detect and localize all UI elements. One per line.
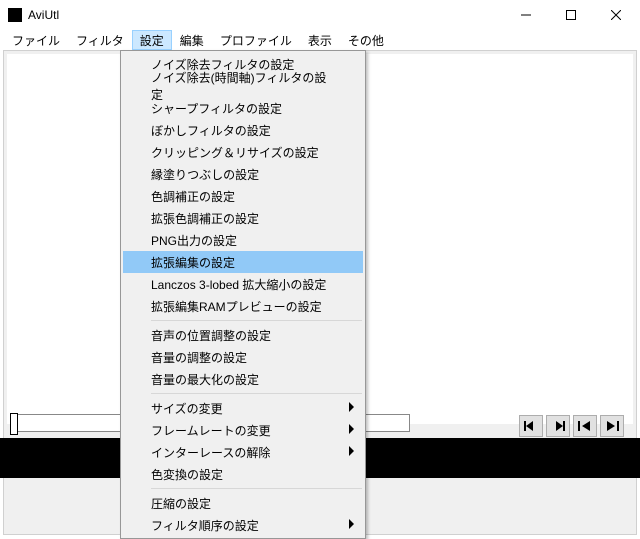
menu-item-label: 縁塗りつぶしの設定 [151, 166, 259, 183]
app-icon [8, 8, 22, 22]
timeline-handle[interactable] [10, 413, 18, 435]
menu-item-label: クリッピング＆リサイズの設定 [151, 144, 319, 161]
menu-file[interactable]: ファイル [4, 30, 68, 50]
step-back-icon [524, 420, 538, 432]
menu-item[interactable]: 圧縮の設定 [123, 492, 363, 514]
menu-item[interactable]: Lanczos 3-lobed 拡大縮小の設定 [123, 273, 363, 295]
menu-settings[interactable]: 設定 [132, 30, 172, 50]
close-button[interactable] [593, 1, 638, 29]
menu-item-label: インターレースの解除 [151, 444, 270, 461]
transport-controls [519, 415, 624, 437]
menu-item[interactable]: 拡張編集RAMプレビューの設定 [123, 295, 363, 317]
menu-item-label: 音声の位置調整の設定 [151, 327, 271, 344]
menu-item-label: 色変換の設定 [151, 466, 223, 483]
menu-item-label: フレームレートの変更 [151, 422, 271, 439]
menu-item[interactable]: ぼかしフィルタの設定 [123, 119, 363, 141]
close-icon [611, 10, 621, 20]
chevron-right-icon [349, 423, 355, 437]
next-frame-button[interactable] [546, 415, 570, 437]
menu-item-label: 拡張編集RAMプレビューの設定 [151, 298, 322, 315]
menu-item[interactable]: フィルタ順序の設定 [123, 514, 363, 536]
go-end-icon [605, 420, 619, 432]
menu-item[interactable]: インターレースの解除 [123, 441, 363, 463]
maximize-icon [566, 10, 576, 20]
menu-item[interactable]: 色変換の設定 [123, 463, 363, 485]
menu-filter[interactable]: フィルタ [68, 30, 132, 50]
menu-item[interactable]: 拡張色調補正の設定 [123, 207, 363, 229]
menu-separator [151, 320, 362, 321]
menu-item[interactable]: クリッピング＆リサイズの設定 [123, 141, 363, 163]
go-start-button[interactable] [573, 415, 597, 437]
menu-item-label: 音量の最大化の設定 [151, 371, 259, 388]
menu-item-label: サイズの変更 [151, 400, 223, 417]
chevron-right-icon [349, 445, 355, 459]
menu-item[interactable]: 色調補正の設定 [123, 185, 363, 207]
menu-item-label: 拡張編集の設定 [151, 254, 235, 271]
menu-item-label: Lanczos 3-lobed 拡大縮小の設定 [151, 276, 326, 293]
menu-view[interactable]: 表示 [300, 30, 340, 50]
prev-frame-button[interactable] [519, 415, 543, 437]
menu-item[interactable]: 縁塗りつぶしの設定 [123, 163, 363, 185]
go-start-icon [578, 420, 592, 432]
minimize-button[interactable] [503, 1, 548, 29]
maximize-button[interactable] [548, 1, 593, 29]
settings-dropdown: ノイズ除去フィルタの設定ノイズ除去(時間軸)フィルタの設定シャープフィルタの設定… [120, 50, 366, 539]
menu-item-label: 色調補正の設定 [151, 188, 235, 205]
menu-item[interactable]: PNG出力の設定 [123, 229, 363, 251]
menubar: ファイル フィルタ 設定 編集 プロファイル 表示 その他 [0, 30, 640, 50]
menu-item[interactable]: 音量の最大化の設定 [123, 368, 363, 390]
menu-other[interactable]: その他 [340, 30, 392, 50]
menu-item-label: ぼかしフィルタの設定 [151, 122, 271, 139]
menu-item[interactable]: サイズの変更 [123, 397, 363, 419]
go-end-button[interactable] [600, 415, 624, 437]
menu-item-label: フィルタ順序の設定 [151, 517, 259, 534]
titlebar: AviUtl [0, 0, 640, 30]
menu-item[interactable]: 音量の調整の設定 [123, 346, 363, 368]
menu-item[interactable]: 拡張編集の設定 [123, 251, 363, 273]
step-forward-icon [551, 420, 565, 432]
menu-item-label: 音量の調整の設定 [151, 349, 247, 366]
menu-item[interactable]: フレームレートの変更 [123, 419, 363, 441]
window-controls [503, 1, 638, 29]
menu-item[interactable]: ノイズ除去(時間軸)フィルタの設定 [123, 75, 363, 97]
menu-item-label: シャープフィルタの設定 [151, 100, 282, 117]
menu-separator [151, 393, 362, 394]
menu-item-label: 拡張色調補正の設定 [151, 210, 259, 227]
chevron-right-icon [349, 401, 355, 415]
menu-item-label: PNG出力の設定 [151, 232, 237, 249]
window-title: AviUtl [28, 8, 59, 22]
menu-separator [151, 488, 362, 489]
menu-item[interactable]: 音声の位置調整の設定 [123, 324, 363, 346]
menu-edit[interactable]: 編集 [172, 30, 212, 50]
menu-profile[interactable]: プロファイル [212, 30, 300, 50]
chevron-right-icon [349, 518, 355, 532]
menu-item[interactable]: シャープフィルタの設定 [123, 97, 363, 119]
minimize-icon [521, 10, 531, 20]
menu-item-label: 圧縮の設定 [151, 495, 211, 512]
